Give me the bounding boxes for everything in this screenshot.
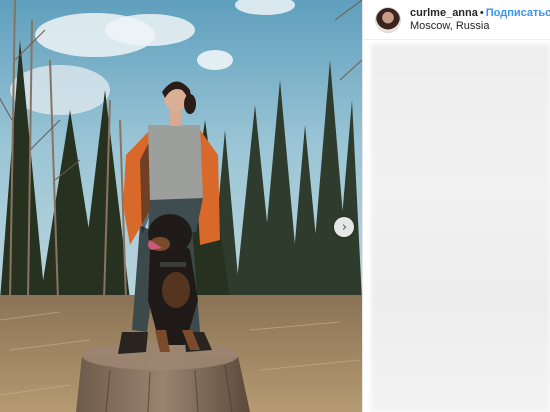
next-photo-button[interactable]: ›	[334, 217, 354, 237]
avatar[interactable]	[375, 6, 401, 33]
post-meta: curlme_anna•Подписаться Moscow, Russia	[410, 7, 550, 33]
chevron-right-icon: ›	[341, 219, 348, 235]
separator-dot: •	[479, 6, 484, 19]
instagram-post: › curlme_anna•Подписаться Moscow, Russia	[0, 0, 550, 412]
post-header: curlme_anna•Подписаться Moscow, Russia	[363, 0, 550, 40]
username-link[interactable]: curlme_anna	[410, 7, 478, 19]
photo-scene	[0, 0, 362, 412]
header-line: curlme_anna•Подписаться	[410, 7, 550, 20]
location-link[interactable]: Moscow, Russia	[410, 20, 550, 33]
post-photo[interactable]: ›	[0, 0, 362, 412]
post-sidebar: curlme_anna•Подписаться Moscow, Russia	[362, 0, 550, 412]
follow-button[interactable]: Подписаться	[486, 7, 550, 19]
comments-blurred-area	[371, 44, 550, 412]
